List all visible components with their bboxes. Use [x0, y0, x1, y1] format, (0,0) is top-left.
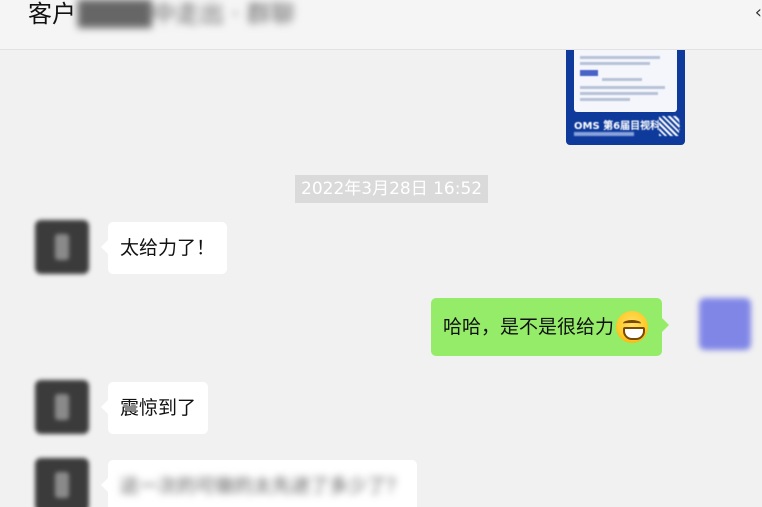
self-avatar[interactable] [699, 298, 751, 350]
poster-card [574, 50, 677, 112]
message-bubble-outgoing[interactable]: 哈哈，是不是很给力 [431, 298, 670, 356]
message-bubble-incoming[interactable]: 震惊到了 [100, 382, 209, 434]
poster-subtitle [574, 132, 634, 136]
chat-title: 客户████中走出 · 群聊 [28, 0, 295, 29]
poster-text-line [580, 56, 660, 59]
message-text: 哈哈，是不是很给力 [443, 316, 615, 338]
more-icon[interactable]: ‹ [755, 2, 762, 23]
contact-avatar[interactable] [35, 458, 89, 507]
poster-text-line [580, 92, 658, 95]
chat-title-obscured: ████中走出 · 群聊 [78, 0, 295, 28]
message-timestamp: 2022年3月28日 16:52 [295, 175, 489, 203]
grinning-face-emoji-icon [616, 311, 649, 343]
message-text: 太给力了！ [120, 237, 216, 259]
chat-title-text: 客户 [28, 0, 76, 28]
message-bubble-incoming[interactable]: 太给力了！ [100, 222, 228, 274]
qr-code-icon [659, 116, 679, 136]
poster-text-line [580, 86, 665, 89]
chat-header: 客户████中走出 · 群聊 ‹ [0, 0, 762, 50]
image-message[interactable]: OMS 第6届目视科技展 [566, 50, 685, 145]
poster-text-line [602, 78, 642, 81]
contact-avatar[interactable] [35, 380, 89, 434]
message-bubble-incoming[interactable]: 这一次的可做的太先进了多少了？ [100, 460, 418, 507]
message-text: 震惊到了 [120, 397, 197, 419]
poster-text-line [580, 98, 630, 101]
poster-text-line [580, 62, 650, 65]
message-text-obscured: 这一次的可做的太先进了多少了？ [120, 475, 406, 497]
poster-tag [580, 70, 598, 76]
contact-avatar[interactable] [35, 220, 89, 274]
